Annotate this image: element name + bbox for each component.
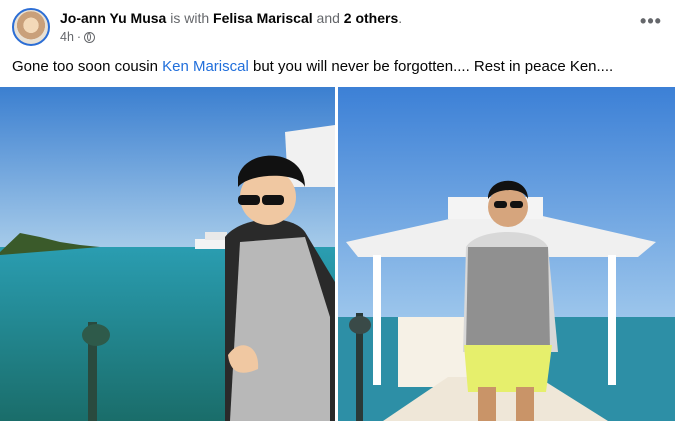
- facebook-post: Jo-ann Yu Musa is with Felisa Mariscal a…: [0, 0, 675, 421]
- photo-left[interactable]: [0, 87, 335, 421]
- period-text: .: [398, 10, 403, 26]
- post-caption: Gone too soon cousin Ken Mariscal but yo…: [12, 57, 613, 77]
- post-time-link[interactable]: 4h: [60, 29, 74, 45]
- post-author-line: Jo-ann Yu Musa is with Felisa Mariscal a…: [60, 9, 402, 27]
- post-meta: 4h ·: [60, 29, 96, 45]
- tagged-person-link[interactable]: Felisa Mariscal: [213, 10, 313, 26]
- photo-right[interactable]: [338, 87, 675, 421]
- photo-grid: [0, 87, 675, 421]
- others-link[interactable]: 2 others: [344, 10, 398, 26]
- and-text: and: [316, 10, 340, 26]
- caption-text-before: Gone too soon cousin: [12, 58, 163, 75]
- post-header: Jo-ann Yu Musa is with Felisa Mariscal a…: [12, 7, 663, 47]
- tagged-link-ken[interactable]: Ken Mariscal: [162, 58, 249, 75]
- globe-icon: [84, 31, 96, 43]
- author-avatar[interactable]: [12, 8, 50, 46]
- author-name-link[interactable]: Jo-ann Yu Musa: [60, 10, 166, 26]
- caption-text-after: but you will never be forgotten.... Rest…: [248, 58, 614, 75]
- is-with-text: is with: [170, 10, 210, 26]
- more-options-icon[interactable]: •••: [639, 12, 663, 33]
